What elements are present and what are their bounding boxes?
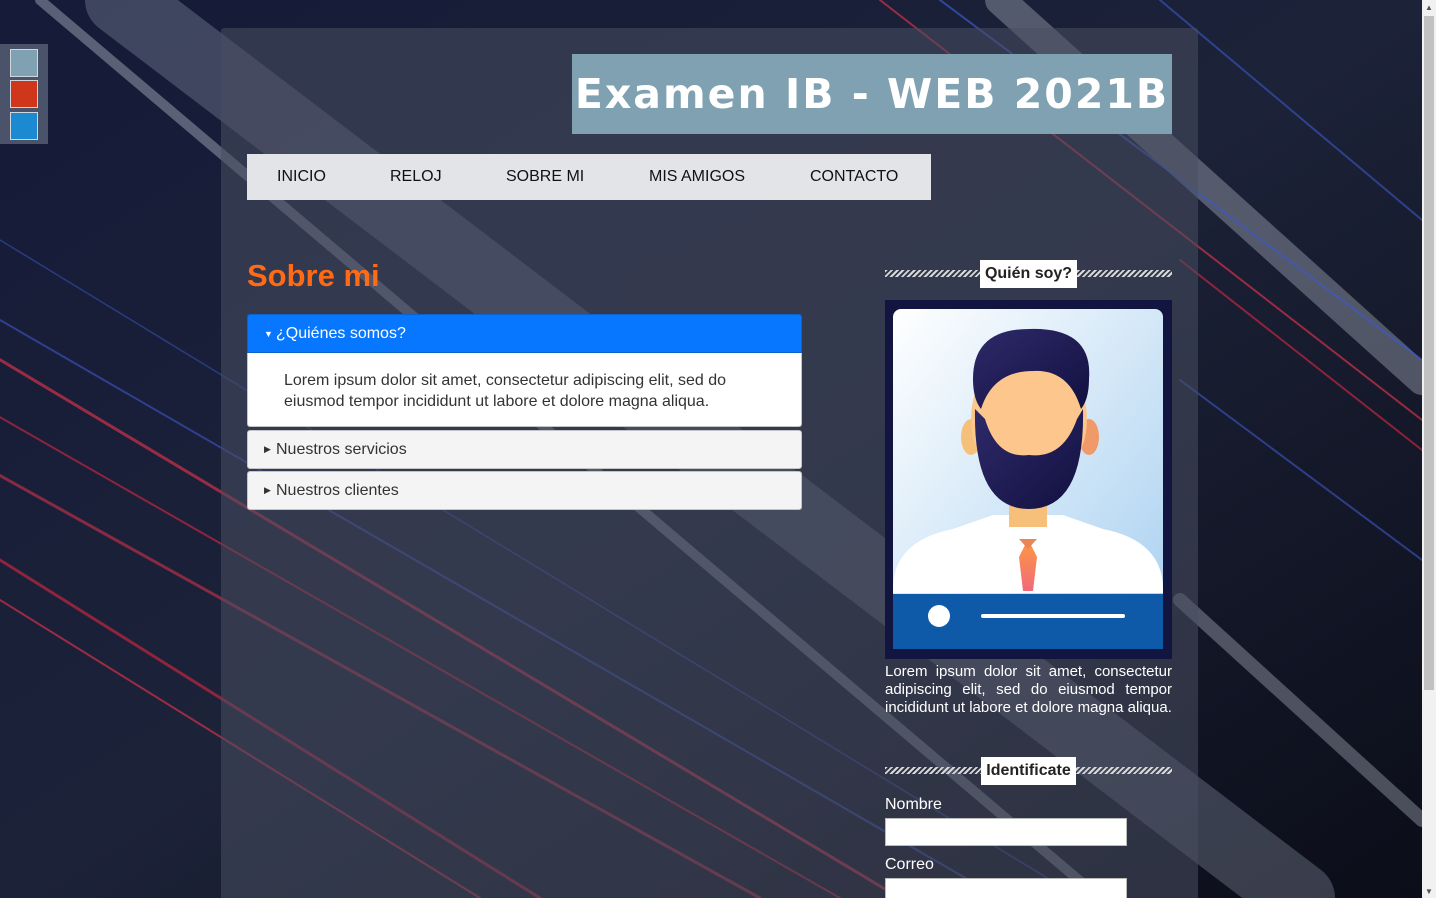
caret-down-icon: ▼ <box>264 328 273 339</box>
profile-avatar-image <box>885 300 1172 659</box>
caret-right-icon: ▶ <box>264 485 271 495</box>
theme-switcher <box>0 44 48 144</box>
theme-swatch-red[interactable] <box>10 80 38 108</box>
about-heading-label: Quién soy? <box>979 260 1078 288</box>
scroll-down-arrow-icon[interactable]: ▼ <box>1422 884 1436 898</box>
sidebar: Quién soy? Lorem ipsum dolor sit amet, c… <box>885 260 1172 898</box>
accordion-header-nuestros-clientes[interactable]: ▶ Nuestros clientes <box>247 471 802 510</box>
main-nav: INICIO RELOJ SOBRE MI MIS AMIGOS CONTACT… <box>247 154 931 200</box>
accordion-header-quienes-somos[interactable]: ▼ ¿Quiénes somos? <box>247 314 802 353</box>
nav-item-sobre-mi[interactable]: SOBRE MI <box>506 168 584 186</box>
scroll-up-arrow-icon[interactable]: ▲ <box>1422 0 1436 14</box>
page-title: Sobre mi <box>247 258 380 293</box>
page-container: Examen IB - WEB 2021B INICIO RELOJ SOBRE… <box>221 28 1198 898</box>
accordion-panel-quienes-somos: Lorem ipsum dolor sit amet, consectetur … <box>247 353 802 427</box>
about-text: Lorem ipsum dolor sit amet, consectetur … <box>885 663 1172 716</box>
nombre-field[interactable] <box>885 818 1127 846</box>
page-scrollbar[interactable]: ▲ ▼ <box>1422 0 1436 898</box>
theme-swatch-gray-blue[interactable] <box>10 49 38 77</box>
about-widget-heading: Quién soy? <box>885 260 1172 288</box>
nav-item-mis-amigos[interactable]: MIS AMIGOS <box>649 168 745 186</box>
accordion: ▼ ¿Quiénes somos? Lorem ipsum dolor sit … <box>247 314 802 512</box>
nav-item-reloj[interactable]: RELOJ <box>390 168 442 186</box>
scrollbar-thumb[interactable] <box>1424 16 1434 690</box>
accordion-label: Nuestros servicios <box>276 440 407 458</box>
identify-widget-heading: Identificate <box>885 757 1172 785</box>
correo-field[interactable] <box>885 878 1127 898</box>
site-title: Examen IB - WEB 2021B <box>572 54 1172 134</box>
identify-heading-label: Identificate <box>981 757 1076 785</box>
nombre-label: Nombre <box>885 796 942 813</box>
accordion-label: ¿Quiénes somos? <box>276 324 406 342</box>
theme-swatch-blue[interactable] <box>10 112 38 140</box>
person-illustration-icon <box>893 309 1163 649</box>
nav-item-contacto[interactable]: CONTACTO <box>810 168 898 186</box>
accordion-header-nuestros-servicios[interactable]: ▶ Nuestros servicios <box>247 430 802 469</box>
nav-item-inicio[interactable]: INICIO <box>277 168 326 186</box>
correo-label: Correo <box>885 856 934 873</box>
accordion-label: Nuestros clientes <box>276 481 399 499</box>
caret-right-icon: ▶ <box>264 444 271 454</box>
